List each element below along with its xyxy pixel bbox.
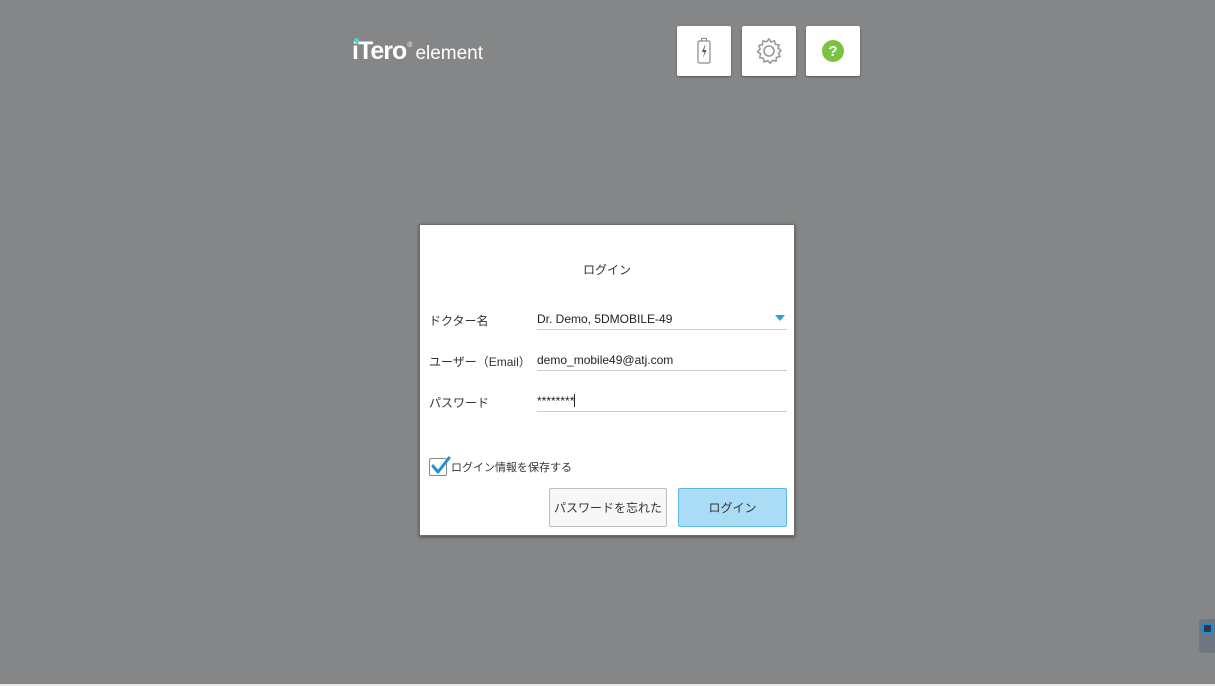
user-email-input[interactable]: demo_mobile49@atj.com (537, 353, 673, 367)
logo-dot (354, 38, 359, 43)
doctor-name-label: ドクター名 (429, 314, 489, 328)
password-value: ******** (537, 394, 575, 408)
battery-charging-icon (697, 38, 711, 64)
settings-button[interactable] (742, 26, 796, 76)
user-email-label: ユーザー（Email） (429, 355, 531, 369)
help-button[interactable]: ? (806, 26, 860, 76)
text-caret (574, 394, 576, 407)
dialog-title: ログイン (582, 263, 631, 277)
camera-icon (1202, 623, 1213, 634)
logo-product-name: element (415, 43, 484, 64)
doctor-name-value[interactable]: Dr. Demo, 5DMOBILE-49 (537, 312, 672, 326)
checkmark-icon (431, 456, 451, 474)
password-field[interactable]: パスワード ******** (429, 388, 787, 412)
help-icon-glyph: ? (828, 43, 837, 60)
password-underline (537, 411, 787, 412)
login-dialog: ログイン ドクター名 Dr. Demo, 5DMOBILE-49 ユーザー（Em… (419, 224, 795, 536)
side-panel-handle[interactable] (1199, 619, 1215, 653)
itero-logo: iTero ® element (352, 37, 483, 69)
chevron-down-icon[interactable] (775, 315, 785, 321)
password-input[interactable]: ******** (537, 394, 576, 408)
doctor-name-field[interactable]: ドクター名 Dr. Demo, 5DMOBILE-49 (429, 306, 787, 330)
password-label: パスワード (429, 396, 490, 410)
user-email-underline (537, 370, 787, 371)
help-icon: ? (822, 40, 844, 62)
forgot-password-button[interactable]: パスワードを忘れた (549, 488, 667, 527)
doctor-name-underline (537, 329, 787, 330)
logo-brand-text: iTero (352, 37, 407, 65)
remember-login-option[interactable]: ログイン情報を保存する (429, 456, 572, 477)
app-background: iTero ® element ? ログイン ドクター名 Dr. Demo, 5… (0, 0, 1215, 686)
gear-icon (756, 37, 783, 65)
login-button[interactable]: ログイン (678, 488, 787, 527)
remember-login-checkbox[interactable] (429, 456, 451, 476)
remember-login-label: ログイン情報を保存する (451, 462, 572, 474)
battery-button[interactable] (677, 26, 731, 76)
logo-registered-mark: ® (407, 42, 413, 49)
logo-brand: iTero (352, 37, 407, 66)
user-email-field[interactable]: ユーザー（Email） demo_mobile49@atj.com (429, 347, 787, 371)
